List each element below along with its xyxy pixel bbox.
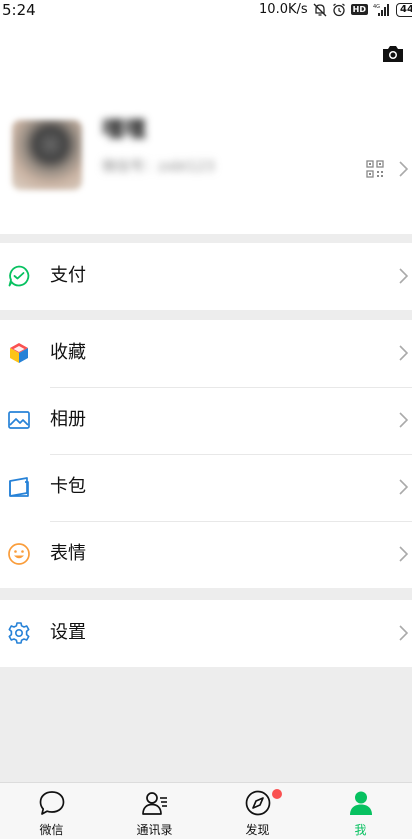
chevron-right-icon — [399, 345, 408, 361]
qr-code-icon[interactable] — [366, 160, 384, 178]
bottom-tab-bar: 微信 通讯录 发现 我 — [0, 782, 412, 839]
compass-icon — [245, 790, 270, 816]
album-icon — [8, 411, 30, 429]
profile-nickname: 嘿嘿 — [102, 118, 147, 143]
gear-icon — [8, 622, 30, 644]
mute-bell-icon — [313, 3, 327, 16]
profile-header[interactable]: 嘿嘿 微信号：zxbt123 — [0, 24, 412, 234]
notification-dot — [272, 789, 282, 799]
chevron-right-icon — [399, 479, 408, 495]
hd-icon: HD — [350, 4, 368, 15]
menu-item-label: 表情 — [50, 543, 86, 564]
tab-label: 我 — [354, 823, 367, 837]
menu-group-pay: 支付 — [0, 243, 412, 310]
avatar[interactable] — [12, 120, 82, 190]
menu-item-favorites[interactable]: 收藏 — [0, 320, 412, 387]
menu-item-label: 相册 — [50, 409, 86, 430]
net-speed: 10.0K/s — [259, 2, 308, 17]
chevron-right-icon — [399, 161, 408, 177]
contacts-icon — [141, 792, 167, 815]
person-icon — [349, 791, 372, 815]
menu-item-album[interactable]: 相册 — [0, 387, 412, 454]
status-bar: 5:24 10.0K/s HD 4G 44 — [0, 0, 412, 24]
tab-label: 发现 — [245, 823, 270, 837]
menu-item-label: 卡包 — [50, 476, 86, 497]
chevron-right-icon — [399, 546, 408, 562]
chevron-right-icon — [399, 268, 408, 284]
battery-icon: 44 — [396, 2, 412, 17]
menu-item-stickers[interactable]: 表情 — [0, 521, 412, 588]
chevron-right-icon — [399, 625, 408, 641]
menu-group-settings: 设置 — [0, 600, 412, 667]
camera-icon[interactable] — [381, 42, 405, 66]
tab-me[interactable]: 我 — [309, 783, 412, 839]
pay-icon — [8, 265, 30, 287]
4g-signal-icon: 4G — [373, 3, 389, 16]
chat-bubble-icon — [39, 791, 64, 815]
menu-item-cards[interactable]: 卡包 — [0, 454, 412, 521]
menu-group-main: 收藏 相册 卡包 表情 — [0, 320, 412, 588]
card-wallet-icon — [9, 477, 29, 497]
favorites-cube-icon — [10, 343, 28, 363]
smiley-icon — [8, 543, 30, 565]
status-icons: 10.0K/s HD 4G 44 — [259, 2, 412, 17]
svg-text:4G: 4G — [373, 4, 380, 10]
tab-label: 通讯录 — [136, 823, 173, 837]
chevron-right-icon — [399, 412, 408, 428]
menu-item-pay[interactable]: 支付 — [0, 243, 412, 310]
tab-label: 微信 — [39, 823, 64, 837]
tab-contacts[interactable]: 通讯录 — [103, 783, 206, 839]
menu-item-label: 支付 — [50, 265, 86, 286]
tab-discover[interactable]: 发现 — [206, 783, 309, 839]
profile-wechat-id: 微信号：zxbt123 — [102, 159, 215, 175]
menu-item-label: 设置 — [50, 622, 86, 643]
menu-item-settings[interactable]: 设置 — [0, 600, 412, 667]
status-time: 5:24 — [2, 1, 36, 19]
menu-item-label: 收藏 — [50, 342, 86, 363]
alarm-icon — [332, 2, 345, 16]
tab-chats[interactable]: 微信 — [0, 783, 103, 839]
